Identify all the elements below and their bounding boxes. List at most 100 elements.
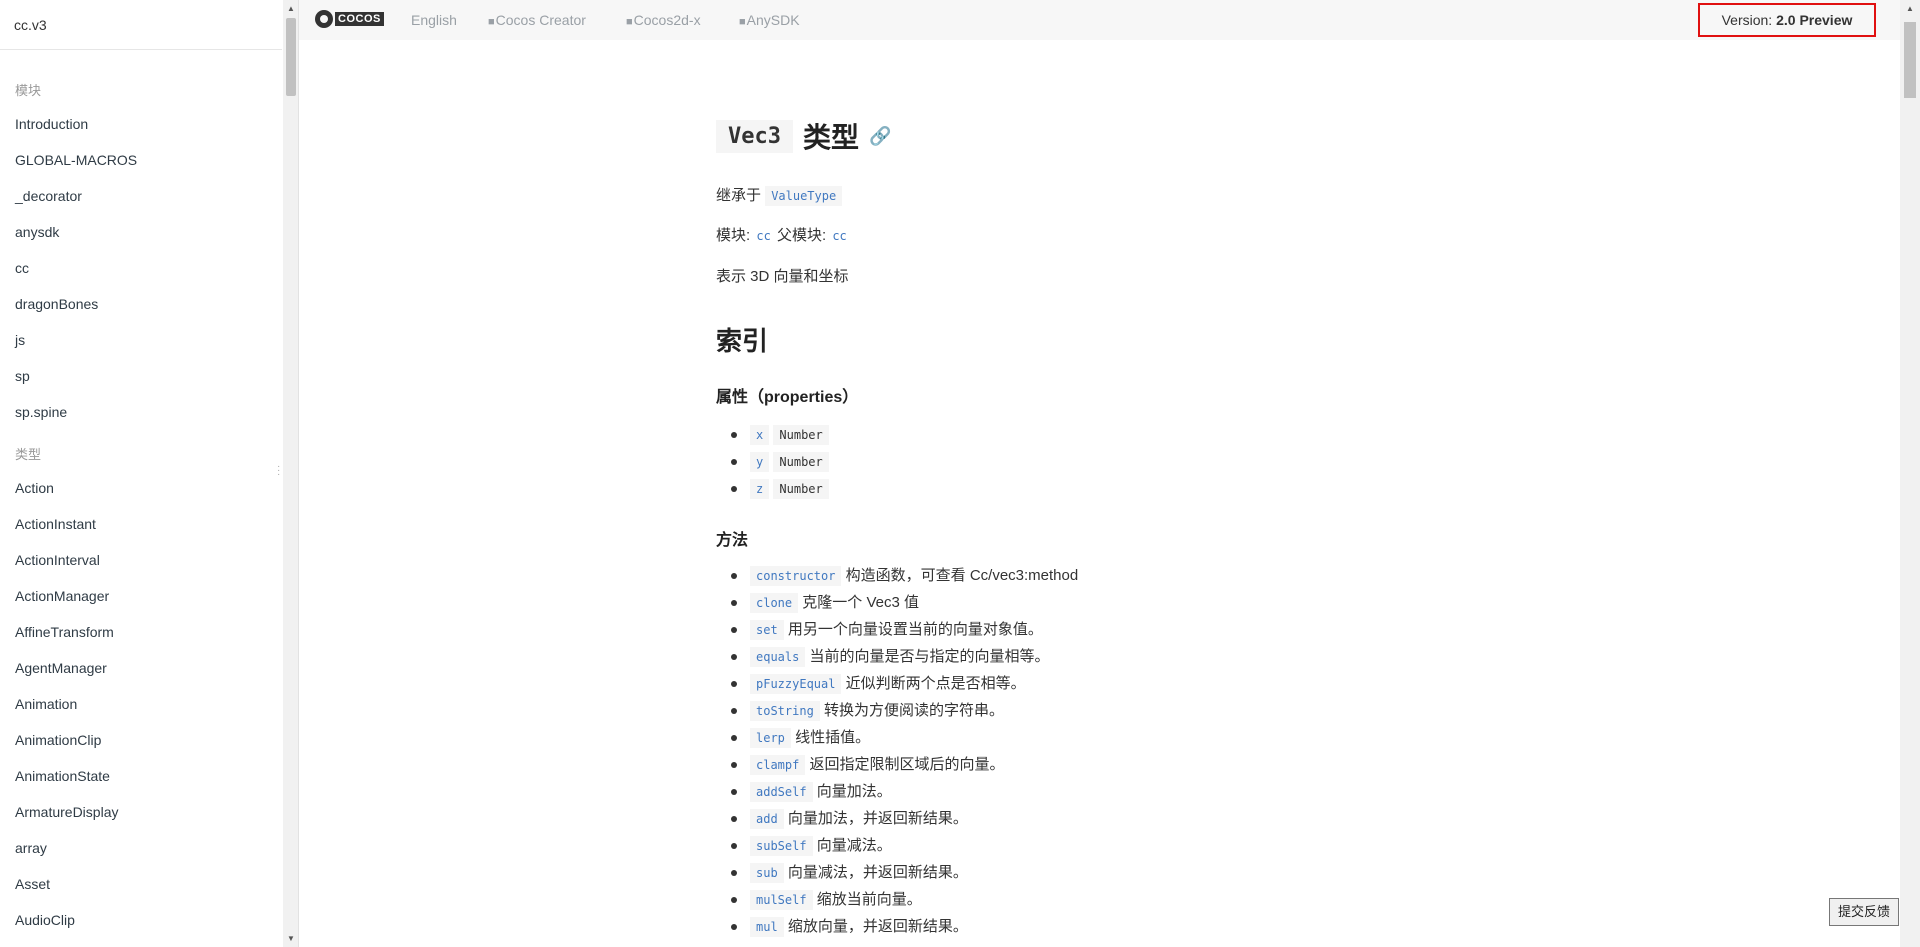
page-title: Vec3 类型 🔗 [716,116,891,156]
nav-link-anysdk[interactable]: ■AnySDK [739,0,800,40]
permalink-icon[interactable]: 🔗 [869,126,891,147]
sidebar-item[interactable]: ActionInstant [0,506,282,542]
property-name[interactable]: y [750,452,770,472]
sidebar-item[interactable]: array [0,830,282,866]
sidebar-item[interactable]: Introduction [0,106,282,142]
method-item: constructor 构造函数，可查看 Cc/vec3:method [716,562,1078,589]
sidebar-item[interactable]: AffineTransform [0,614,282,650]
version-label: Version: [1721,12,1773,28]
method-description: 构造函数，可查看 Cc/vec3:method [845,567,1079,584]
method-description: 返回指定限制区域后的向量。 [809,756,1005,773]
sidebar-item[interactable]: _decorator [0,178,282,214]
module-line: 模块: cc 父模块: cc [716,224,849,245]
method-description: 近似判断两个点是否相等。 [845,675,1026,692]
sidebar-item[interactable]: Animation [0,686,282,722]
sidebar-item[interactable]: js [0,322,282,358]
method-name[interactable]: pFuzzyEqual [750,674,842,694]
sidebar-item[interactable]: ActionManager [0,578,282,614]
parent-module-link[interactable]: cc [830,229,848,243]
sidebar-modules-list: Introduction GLOBAL-MACROS _decorator anysd… [0,106,282,430]
module-label: 模块: [716,227,751,244]
method-item: set 用另一个向量设置当前的向量对象值。 [716,616,1078,643]
nav-link-label: Cocos Creator [495,12,586,28]
methods-heading: 方法 [716,532,749,549]
methods-list: constructor 构造函数，可查看 Cc/vec3:method clone… [716,562,1078,940]
book-icon: ■ [626,16,633,28]
method-item: sub 向量减法，并返回新结果。 [716,859,1078,886]
sidebar-item[interactable]: Action [0,470,282,506]
sidebar-item[interactable]: Asset [0,866,282,902]
sidebar-item[interactable]: AnimationClip [0,722,282,758]
method-name[interactable]: addSelf [750,782,813,802]
title-class-name: Vec3 [716,119,793,153]
property-name[interactable]: x [750,425,770,445]
book-icon: ■ [739,16,746,28]
method-item: toString 转换为方便阅读的字符串。 [716,697,1078,724]
method-name[interactable]: sub [750,863,784,883]
class-description: 表示 3D 向量和坐标 [716,268,849,285]
cocos-logo[interactable]: COCOS [315,8,384,30]
sidebar-item[interactable]: ActionInterval [0,542,282,578]
sidebar-item[interactable]: AnimationState [0,758,282,794]
main-scrollbar[interactable]: ▲ [1900,0,1920,947]
method-name[interactable]: mul [750,917,784,937]
method-name[interactable]: lerp [750,728,791,748]
nav-link-cocos-creator[interactable]: ■Cocos Creator [488,0,586,40]
book-icon: ■ [488,16,495,28]
sidebar-item[interactable]: anysdk [0,214,282,250]
property-name[interactable]: z [750,479,770,499]
property-item: y Number [716,448,829,475]
inherit-link[interactable]: ValueType [765,186,843,206]
method-description: 用另一个向量设置当前的向量对象值。 [787,621,1043,638]
method-name[interactable]: subSelf [750,836,813,856]
method-name[interactable]: mulSelf [750,890,813,910]
method-item: clampf 返回指定限制区域后的向量。 [716,751,1078,778]
sidebar-header[interactable]: cc.v3 [0,0,282,50]
method-name[interactable]: clone [750,593,799,613]
sidebar: cc.v3 模块 Introduction GLOBAL-MACROS _decor… [0,0,282,947]
method-item: add 向量加法，并返回新结果。 [716,805,1078,832]
nav-link-cocos2d-x[interactable]: ■Cocos2d-x [626,0,701,40]
sidebar-item[interactable]: dragonBones [0,286,282,322]
nav-link-label: Cocos2d-x [633,12,701,28]
method-name[interactable]: equals [750,647,806,667]
sidebar-types-list: Action ActionInstant ActionInterval ActionM… [0,470,282,938]
nav-link-label: AnySDK [746,12,800,28]
sidebar-item[interactable]: sp [0,358,282,394]
cocos-logo-icon [315,10,333,28]
property-type: Number [773,452,829,472]
main-scroll-thumb[interactable] [1904,22,1916,98]
sidebar-scroll-thumb[interactable] [286,18,296,96]
method-item: equals 当前的向量是否与指定的向量相等。 [716,643,1078,670]
properties-list: x Number y Number z Number [716,421,829,502]
version-selector[interactable]: Version: 2.0 Preview [1698,3,1876,37]
method-name[interactable]: constructor [750,566,842,586]
nav-link-english[interactable]: English [411,0,457,40]
method-description: 线性插值。 [795,729,871,746]
sidebar-item[interactable]: sp.spine [0,394,282,430]
sidebar-item[interactable]: ArmatureDisplay [0,794,282,830]
scroll-up-arrow-icon[interactable]: ▲ [287,4,295,13]
properties-heading: 属性（properties） [716,389,859,406]
method-description: 缩放向量，并返回新结果。 [787,918,968,935]
method-name[interactable]: toString [750,701,820,721]
sidebar-resize-handle[interactable]: · · · [277,462,280,480]
module-link[interactable]: cc [754,229,772,243]
method-name[interactable]: add [750,809,784,829]
sidebar-item[interactable]: AgentManager [0,650,282,686]
method-name[interactable]: set [750,620,784,640]
sidebar-item[interactable]: AudioClip [0,902,282,938]
property-item: z Number [716,475,829,502]
scroll-down-arrow-icon[interactable]: ▼ [287,934,295,943]
method-name[interactable]: clampf [750,755,806,775]
sidebar-scrollbar[interactable]: ▲ ▼ [283,0,299,947]
inherit-label: 继承于 [716,187,762,204]
method-item: lerp 线性插值。 [716,724,1078,751]
inherit-line: 继承于 ValueType [716,184,843,206]
sidebar-item[interactable]: cc [0,250,282,286]
feedback-button[interactable]: 提交反馈 [1829,898,1899,926]
sidebar-item[interactable]: GLOBAL-MACROS [0,142,282,178]
parent-module-label: 父模块: [776,227,827,244]
method-description: 向量加法。 [816,783,892,800]
scroll-up-arrow-icon[interactable]: ▲ [1906,4,1914,13]
